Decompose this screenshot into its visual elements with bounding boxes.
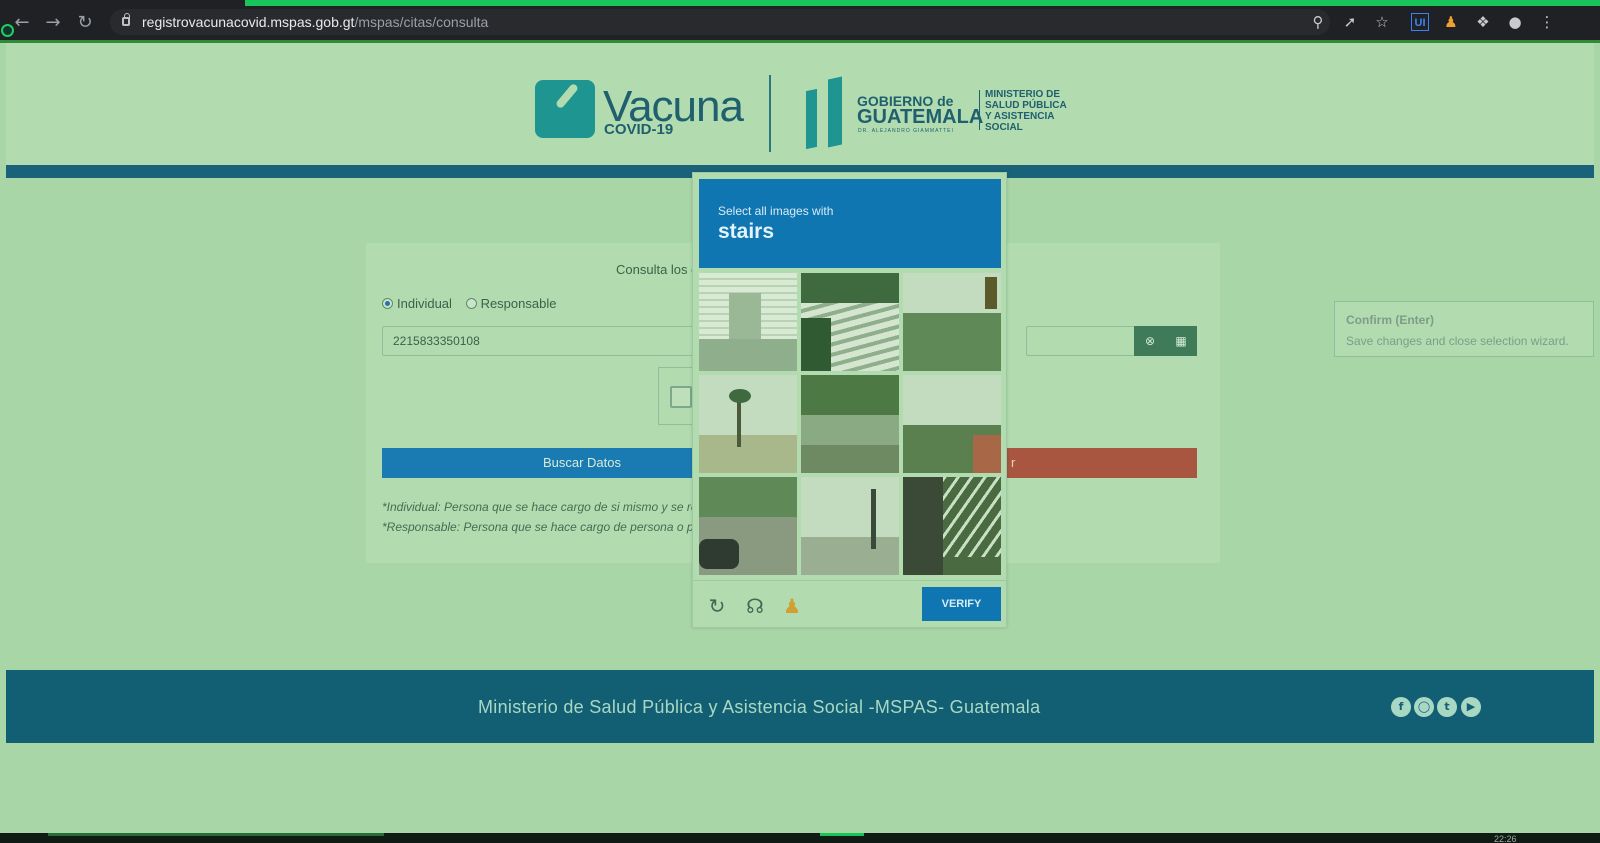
clear-date-icon[interactable]: ⊗ <box>1134 326 1166 356</box>
challenge-tile-8[interactable] <box>801 477 899 575</box>
vacuna-logo-icon <box>535 80 595 138</box>
page-load-progress <box>245 0 1600 6</box>
captcha-checkbox[interactable] <box>670 386 692 408</box>
verify-button[interactable]: VERIFY <box>922 587 1001 621</box>
guatemala-text: GUATEMALA <box>857 106 984 128</box>
date-input[interactable] <box>1026 326 1146 356</box>
ministry-logo-text: MINISTERIO DE SALUD PÚBLICA Y ASISTENCIA… <box>985 89 1067 133</box>
twitter-icon[interactable]: t <box>1437 697 1457 717</box>
back-icon[interactable]: ← <box>12 13 32 33</box>
profile-icon[interactable]: ● <box>1506 13 1524 31</box>
taskbar-app-strip[interactable] <box>48 833 384 836</box>
zoom-icon[interactable]: ⚲ <box>1309 13 1327 31</box>
menu-dots-icon[interactable]: ⋮ <box>1538 13 1556 31</box>
site-header: Vacuna COVID-19 GOBIERNO de GUATEMALA DR… <box>6 43 1594 165</box>
refresh-icon[interactable]: ↻ <box>705 594 729 618</box>
tooltip-title: Confirm (Enter) <box>1346 313 1434 327</box>
challenge-header: Select all images with stairs <box>699 179 1001 268</box>
footer-text: Ministerio de Salud Pública y Asistencia… <box>478 697 1041 717</box>
recording-indicator-icon <box>1 24 14 37</box>
red-action-button[interactable]: r <box>1006 448 1197 478</box>
radio-responsable-label[interactable]: Responsable <box>481 296 557 311</box>
radio-individual[interactable] <box>382 298 393 310</box>
challenge-tile-7[interactable] <box>699 477 797 575</box>
youtube-icon[interactable]: ▶ <box>1461 697 1481 717</box>
taskbar-clock: 22:26 <box>1494 834 1517 843</box>
challenge-target-word: stairs <box>718 220 775 243</box>
ministry-divider <box>979 90 980 130</box>
browser-toolbar: ← → ↻ registrovacunacovid.mspas.gob.gt/m… <box>0 0 1600 43</box>
ui-extension-icon[interactable]: UI <box>1411 13 1429 31</box>
challenge-tile-2[interactable] <box>801 273 899 371</box>
facebook-icon[interactable]: f <box>1391 697 1411 717</box>
radio-individual-label[interactable]: Individual <box>397 296 452 311</box>
note-individual: *Individual: Persona que se hace cargo d… <box>382 500 717 514</box>
person-check-extension-icon[interactable]: ♟ <box>1442 13 1460 31</box>
site-footer: Ministerio de Salud Pública y Asistencia… <box>6 670 1594 743</box>
address-bar[interactable]: registrovacunacovid.mspas.gob.gt/mspas/c… <box>110 9 1330 35</box>
calendar-icon[interactable]: ▦ <box>1165 326 1197 356</box>
bookmark-star-icon[interactable]: ☆ <box>1373 13 1391 31</box>
puzzle-extensions-icon[interactable]: ❖ <box>1474 13 1492 31</box>
taskbar-active-app[interactable] <box>820 833 864 836</box>
challenge-footer-divider <box>693 580 1006 581</box>
covid-logo-text: COVID-19 <box>604 121 674 138</box>
instagram-icon[interactable]: ◯ <box>1414 697 1434 717</box>
radio-responsable[interactable] <box>465 298 477 310</box>
share-icon[interactable]: ➚ <box>1341 13 1359 31</box>
president-text: DR. ALEJANDRO GIAMMATTEI <box>858 128 954 134</box>
forward-icon[interactable]: → <box>43 13 63 33</box>
header-divider <box>769 75 771 152</box>
captcha-challenge-dialog: Select all images with stairs ↻ ☊ ♟ VERI… <box>692 172 1007 628</box>
lock-icon[interactable] <box>122 13 130 26</box>
headphones-icon[interactable]: ☊ <box>743 594 767 618</box>
id-input[interactable]: 2215833350108 <box>382 326 742 356</box>
gobierno-logo-icon <box>806 76 846 148</box>
challenge-tile-9[interactable] <box>903 477 1001 575</box>
reload-icon[interactable]: ↻ <box>75 13 95 33</box>
challenge-tile-6[interactable] <box>903 375 1001 473</box>
challenge-tile-5[interactable] <box>801 375 899 473</box>
note-responsable: *Responsable: Persona que se hace cargo … <box>382 520 724 534</box>
challenge-tile-3[interactable] <box>903 273 1001 371</box>
challenge-prompt: Select all images with <box>718 204 834 218</box>
challenge-tile-4[interactable] <box>699 375 797 473</box>
accessibility-icon[interactable]: ♟ <box>780 594 804 618</box>
tooltip-description: Save changes and close selection wizard. <box>1346 334 1569 348</box>
confirm-tooltip: Confirm (Enter) Save changes and close s… <box>1334 301 1594 357</box>
challenge-tile-1[interactable] <box>699 273 797 371</box>
type-radio-group: Individual Responsable <box>382 296 566 312</box>
url-text: registrovacunacovid.mspas.gob.gt/mspas/c… <box>142 14 489 30</box>
